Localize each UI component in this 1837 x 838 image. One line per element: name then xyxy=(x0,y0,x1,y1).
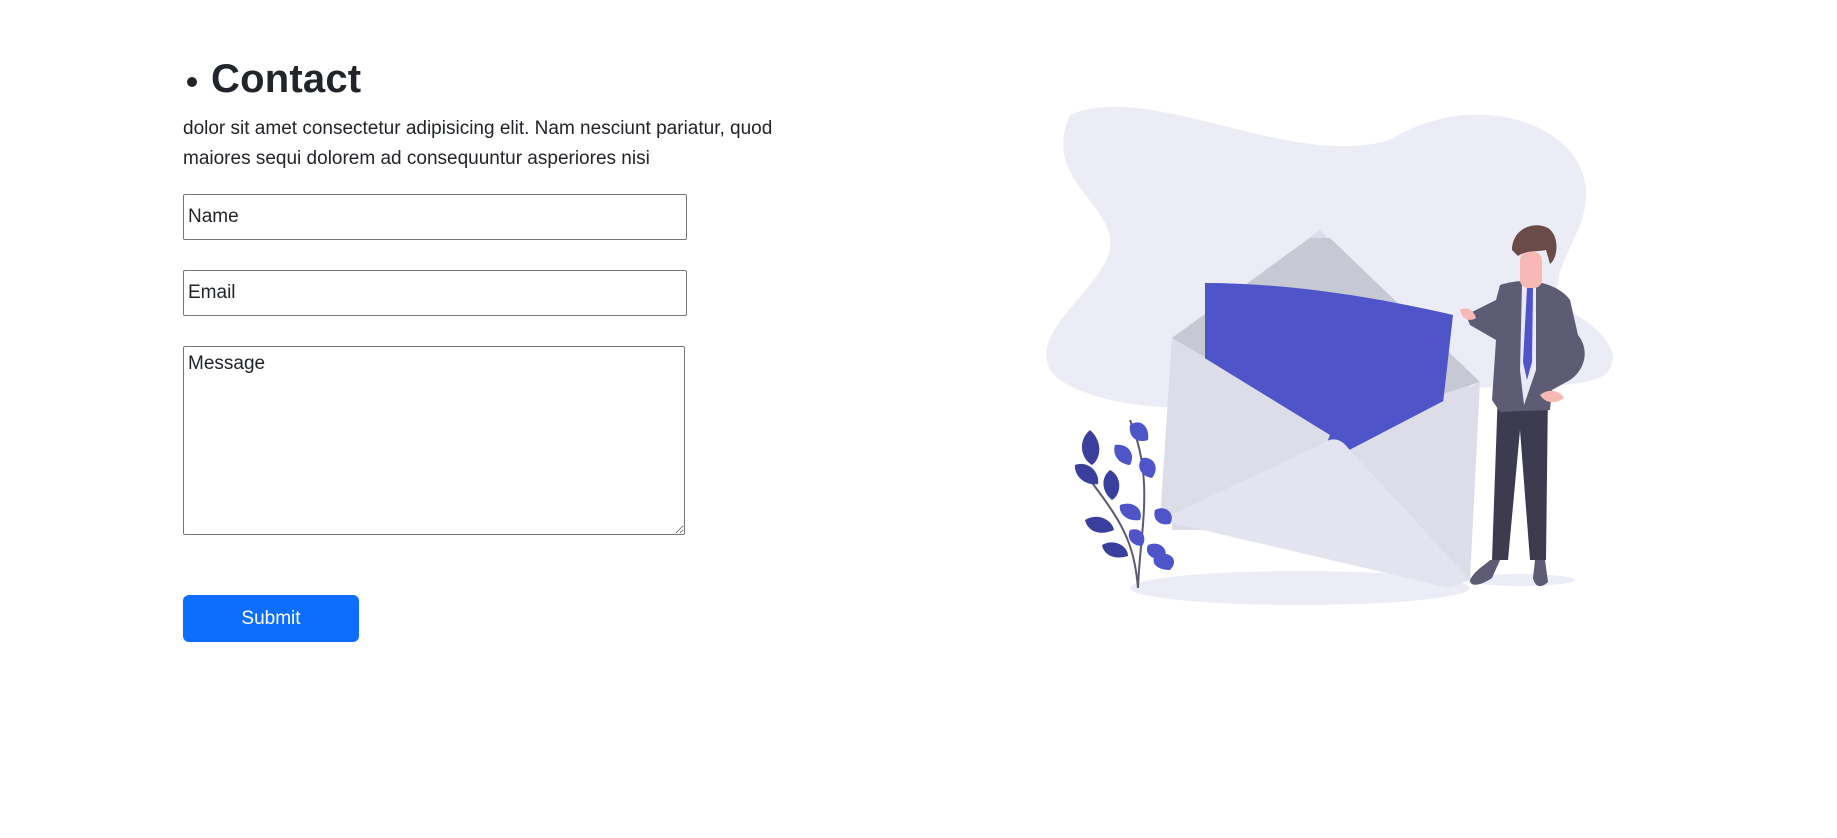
bullet-icon xyxy=(187,77,197,87)
contact-description: dolor sit amet consectetur adipisicing e… xyxy=(183,118,773,169)
page-title: Contact xyxy=(211,57,362,101)
envelope-man-illustration xyxy=(1046,106,1613,605)
title-row: Contact xyxy=(183,52,803,106)
plant xyxy=(1074,419,1175,589)
contact-section: Contact dolor sit amet consectetur adipi… xyxy=(183,52,803,642)
contact-page: Contact dolor sit amet consectetur adipi… xyxy=(0,0,1837,838)
submit-button[interactable]: Submit xyxy=(183,595,359,642)
contact-form: Submit xyxy=(183,194,803,642)
message-textarea[interactable] xyxy=(183,346,685,535)
email-input[interactable] xyxy=(183,270,687,316)
name-input[interactable] xyxy=(183,194,687,240)
